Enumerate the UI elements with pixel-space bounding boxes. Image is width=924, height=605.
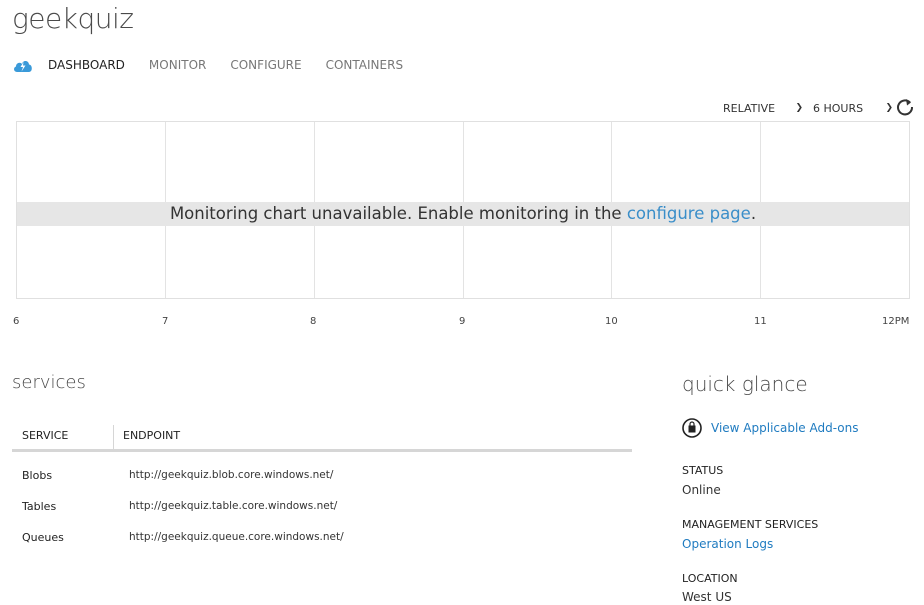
x-tick-label: 12PM [882, 316, 910, 327]
quick-glance-heading: quick glance [682, 372, 808, 396]
service-name: Tables [22, 500, 57, 513]
table-row: Tables http://geekquiz.table.core.window… [12, 500, 632, 520]
page-title: geekquiz [12, 2, 134, 35]
x-tick-label: 11 [754, 316, 767, 327]
x-tick-label: 7 [162, 316, 169, 327]
service-name: Queues [22, 531, 64, 544]
chevron-down-icon: ❯ [885, 103, 893, 113]
location-value: West US [682, 590, 732, 604]
operation-logs-link[interactable]: Operation Logs [682, 537, 773, 551]
table-row: Queues http://geekquiz.queue.core.window… [12, 531, 632, 551]
tab-dashboard[interactable]: DASHBOARD [48, 58, 125, 72]
management-services-label: MANAGEMENT SERVICES [682, 518, 819, 531]
x-tick-label: 6 [13, 316, 20, 327]
view-addons-label: View Applicable Add-ons [711, 421, 859, 435]
cloud-storage-icon [14, 61, 32, 72]
status-value: Online [682, 483, 721, 497]
tab-containers[interactable]: CONTAINERS [326, 58, 403, 72]
x-tick-label: 8 [310, 316, 317, 327]
service-name: Blobs [22, 469, 53, 482]
column-divider [113, 425, 114, 449]
service-endpoint: http://geekquiz.blob.core.windows.net/ [129, 469, 334, 481]
banner-message: Monitoring chart unavailable. Enable mon… [169, 204, 627, 223]
column-header-service[interactable]: SERVICE [22, 429, 68, 442]
tab-configure[interactable]: CONFIGURE [230, 58, 301, 72]
x-tick-label: 10 [605, 316, 618, 327]
service-endpoint: http://geekquiz.table.core.windows.net/ [129, 500, 338, 512]
tab-monitor[interactable]: MONITOR [149, 58, 206, 72]
monitor-chart: Monitoring chart unavailable. Enable mon… [16, 121, 910, 299]
services-table-header: SERVICE ENDPOINT [12, 425, 632, 452]
top-nav: DASHBOARD MONITOR CONFIGURE CONTAINERS [12, 54, 427, 76]
banner-suffix: . [750, 204, 757, 223]
monitoring-unavailable-banner: Monitoring chart unavailable. Enable mon… [17, 202, 909, 226]
location-label: LOCATION [682, 572, 738, 585]
service-endpoint: http://geekquiz.queue.core.windows.net/ [129, 531, 344, 543]
view-addons-link[interactable]: View Applicable Add-ons [682, 418, 859, 438]
column-header-endpoint[interactable]: ENDPOINT [123, 429, 180, 442]
table-row: Blobs http://geekquiz.blob.core.windows.… [12, 469, 632, 489]
range-type-value: RELATIVE [723, 101, 776, 115]
status-label: STATUS [682, 464, 724, 477]
services-heading: services [12, 372, 86, 393]
range-type-dropdown[interactable]: RELATIVE ❯ [723, 98, 803, 118]
shopping-bag-icon [682, 418, 702, 438]
range-value-dropdown[interactable]: 6 HOURS ❯ [813, 98, 893, 118]
range-value-value: 6 HOURS [813, 101, 864, 115]
refresh-icon[interactable] [895, 97, 915, 117]
x-tick-label: 9 [459, 316, 466, 327]
configure-page-link[interactable]: configure page [627, 204, 751, 223]
chevron-down-icon: ❯ [795, 103, 803, 113]
